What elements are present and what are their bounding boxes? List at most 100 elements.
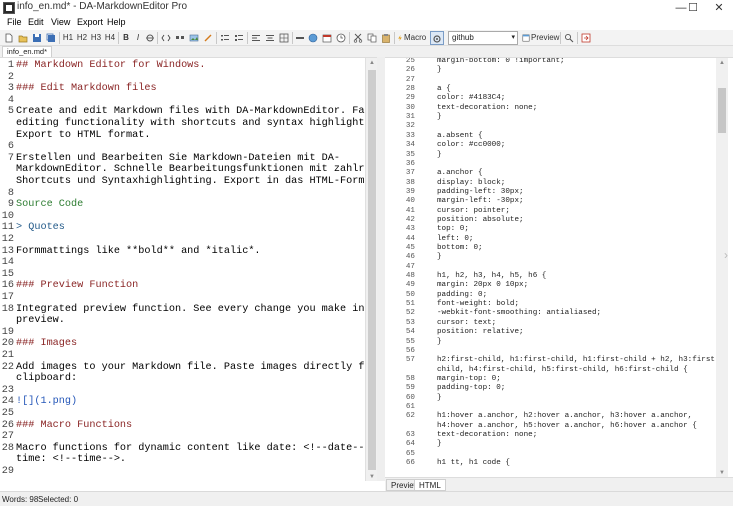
html-line[interactable]: 32 [385,122,437,132]
pane-splitter[interactable] [377,57,385,481]
html-line[interactable]: 28 a { [385,85,451,95]
html-line[interactable]: 53 cursor: text; [385,319,496,329]
editor-line[interactable]: 4 [0,95,16,107]
editor-line[interactable]: 15 [0,269,16,281]
align-left-icon[interactable] [250,31,262,45]
editor-line[interactable]: preview. [0,315,65,327]
html-line[interactable]: 58 margin-top: 0; [385,375,501,385]
html-line[interactable]: 27 [385,76,437,86]
tab-html[interactable]: HTML [414,479,446,491]
html-line[interactable]: 61 [385,403,437,413]
editor-line[interactable]: 26 ### Macro Functions [0,420,132,432]
macro-icon[interactable] [397,31,403,45]
document-tab[interactable]: info_en.md* [2,46,53,57]
editor-line[interactable]: 11 > Quotes [0,222,65,234]
html-line[interactable]: 35} [385,151,442,161]
html-line[interactable]: 62 h1:hover a.anchor, h2:hover a.anchor, … [385,412,692,422]
html-line[interactable]: 63 text-decoration: none; [385,431,537,441]
editor-line[interactable]: 18 Integrated preview function. See every… [0,304,377,316]
html-line[interactable]: 43 top: 0; [385,225,469,235]
heading2-button[interactable]: H2 [76,31,88,45]
code-icon[interactable] [160,31,172,45]
ordered-list-icon[interactable] [233,31,245,45]
html-line[interactable]: 40 margin-left: -30px; [385,197,524,207]
editor-line[interactable]: 29 [0,466,16,478]
html-line[interactable]: 50 padding: 0; [385,291,487,301]
html-line[interactable]: h4:hover a.anchor, h5:hover a.anchor, h6… [385,422,697,432]
editor-line[interactable]: 8 [0,188,16,200]
html-line[interactable]: 25 margin-bottom: 0 !important; [385,58,565,67]
editor-line[interactable]: Shortcuts und Syntaxhighlighting. Export… [0,176,377,188]
html-line[interactable]: 48 h1, h2, h3, h4, h5, h6 { [385,272,547,282]
html-line[interactable]: 59 padding-top: 0; [385,384,505,394]
html-scrollbar[interactable]: ▲ ▼ [716,58,728,477]
calendar-icon[interactable] [321,31,333,45]
editor-line[interactable]: 7 Erstellen und Bearbeiten Sie Markdown-D… [0,153,340,165]
html-line[interactable]: 55} [385,338,442,348]
editor-line[interactable]: 16 ### Preview Function [0,280,139,292]
menu-help[interactable]: Help [107,17,126,27]
html-line[interactable]: 41 cursor: pointer; [385,207,510,217]
editor-line[interactable]: time: <!--time-->. [0,454,126,466]
editor-line[interactable]: 12 [0,234,16,246]
editor-line[interactable]: clipboard: [0,373,77,385]
unordered-list-icon[interactable] [219,31,231,45]
open-file-icon[interactable] [17,31,29,45]
html-source-pane[interactable]: 25 margin-bottom: 0 !important; 26} 27 28 a … [385,57,733,477]
html-line[interactable]: 33 a.absent { [385,132,483,142]
html-line[interactable]: 44 left: 0; [385,235,474,245]
chevron-right-icon[interactable]: › [724,248,728,262]
editor-line[interactable]: editing functionality with shortcuts and… [0,118,377,130]
editor-line[interactable]: 1 ## Markdown Editor for Windows. [0,60,206,72]
clock-icon[interactable] [335,31,347,45]
editor-line[interactable]: 14 [0,257,16,269]
editor-line[interactable]: Export to HTML format. [0,130,151,142]
html-line[interactable]: 64} [385,440,442,450]
editor-line[interactable]: 6 [0,141,16,153]
scroll-up-icon[interactable]: ▲ [716,58,728,68]
editor-scrollbar-thumb[interactable] [368,70,376,470]
html-line[interactable]: 38 display: block; [385,179,505,189]
search-icon[interactable] [563,31,575,45]
horizontal-rule-icon[interactable] [295,31,305,45]
editor-line[interactable]: 2 [0,72,16,84]
copy-icon[interactable] [366,31,378,45]
save-icon[interactable] [31,31,43,45]
html-line[interactable]: 29 color: #4183C4; [385,94,505,104]
editor-line[interactable]: 10 [0,211,16,223]
table-icon[interactable] [278,31,290,45]
paste-icon[interactable] [380,31,392,45]
heading1-button[interactable]: H1 [62,31,74,45]
html-line[interactable]: 31} [385,113,442,123]
heading4-button[interactable]: H4 [104,31,116,45]
italic-button[interactable]: I [133,31,143,45]
align-center-icon[interactable] [264,31,276,45]
html-scrollbar-thumb[interactable] [718,88,726,133]
html-line[interactable]: 47 [385,263,437,273]
html-line[interactable]: 60} [385,394,442,404]
image-icon[interactable] [188,31,200,45]
editor-line[interactable]: 28 Macro functions for dynamic content li… [0,443,377,455]
html-line[interactable]: child, h4:first-child, h5:first-child, h… [385,366,688,376]
html-line[interactable]: 49 margin: 20px 0 10px; [385,281,528,291]
bold-button[interactable]: B [121,31,131,45]
maximize-button[interactable]: ☐ [679,0,707,16]
html-line[interactable]: 52 -webkit-font-smoothing: antialiased; [385,309,601,319]
link-icon[interactable] [202,31,214,45]
macro-button[interactable]: Macro [404,31,426,45]
export-icon[interactable] [580,31,592,45]
menu-edit[interactable]: Edit [28,17,44,27]
editor-line[interactable]: 9 Source Code [0,199,83,211]
menu-export[interactable]: Export [77,17,103,27]
editor-line[interactable]: 23 [0,385,16,397]
editor-line[interactable]: 21 [0,350,16,362]
cut-icon[interactable] [352,31,364,45]
style-settings-icon[interactable] [430,31,444,45]
close-button[interactable]: ✕ [705,0,733,16]
globe-icon[interactable] [307,31,319,45]
html-line[interactable]: 57 h2:first-child, h1:first-child, h1:fir… [385,356,720,366]
html-line[interactable]: 36 [385,160,437,170]
menu-view[interactable]: View [51,17,70,27]
html-line[interactable]: 56 [385,347,437,357]
editor-line[interactable]: MarkdownEditor. Schnelle Bearbeitungsfun… [0,164,377,176]
